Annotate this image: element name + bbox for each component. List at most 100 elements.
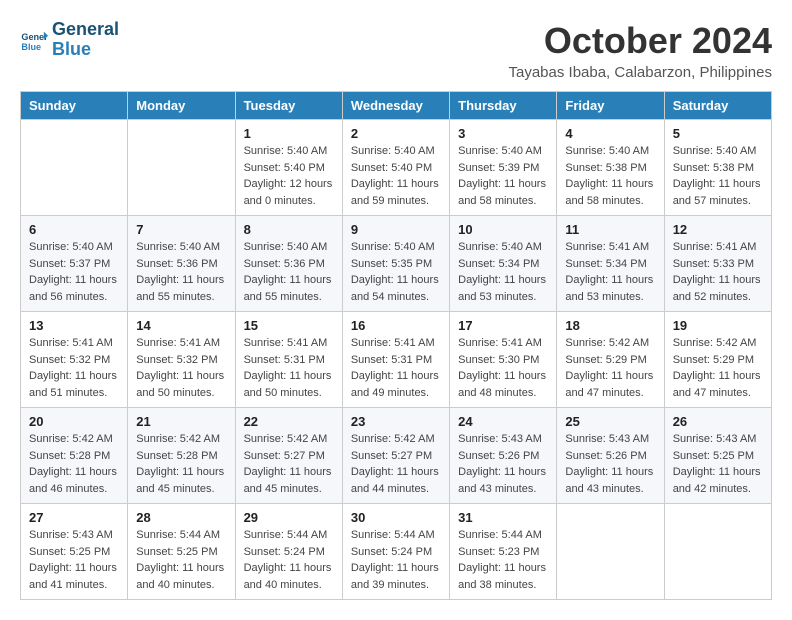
day-number: 22 bbox=[244, 414, 334, 429]
day-number: 13 bbox=[29, 318, 119, 333]
day-info: Sunrise: 5:43 AM Sunset: 5:25 PM Dayligh… bbox=[29, 527, 119, 593]
day-info: Sunrise: 5:40 AM Sunset: 5:36 PM Dayligh… bbox=[136, 239, 226, 305]
day-number: 5 bbox=[673, 126, 763, 141]
weekday-header-friday: Friday bbox=[557, 92, 664, 120]
day-cell: 25Sunrise: 5:43 AM Sunset: 5:26 PM Dayli… bbox=[557, 408, 664, 504]
week-row-1: 1 Sunrise: 5:40 AM Sunset: 5:40 PM Daylig… bbox=[21, 120, 772, 216]
page-header: General Blue General Blue October 2024 T… bbox=[20, 20, 772, 81]
day-cell: 9Sunrise: 5:40 AM Sunset: 5:35 PM Daylig… bbox=[342, 216, 449, 312]
day-info: Sunrise: 5:41 AM Sunset: 5:32 PM Dayligh… bbox=[136, 335, 226, 401]
day-number: 17 bbox=[458, 318, 548, 333]
day-cell: 26 Sunrise: 5:43 AM Sunset: 5:25 PM Dayli… bbox=[664, 408, 771, 504]
day-cell: 8Sunrise: 5:40 AM Sunset: 5:36 PM Daylig… bbox=[235, 216, 342, 312]
day-number: 1 bbox=[244, 126, 334, 141]
day-info: Sunrise: 5:42 AM Sunset: 5:29 PM Dayligh… bbox=[565, 335, 655, 401]
weekday-header-wednesday: Wednesday bbox=[342, 92, 449, 120]
day-info: Sunrise: 5:40 AM Sunset: 5:40 PM Dayligh… bbox=[351, 143, 441, 209]
day-number: 23 bbox=[351, 414, 441, 429]
day-cell: 10 Sunrise: 5:40 AM Sunset: 5:34 PM Dayli… bbox=[450, 216, 557, 312]
day-info: Sunrise: 5:40 AM Sunset: 5:38 PM Dayligh… bbox=[673, 143, 763, 209]
day-info: Sunrise: 5:40 AM Sunset: 5:38 PM Dayligh… bbox=[565, 143, 655, 209]
calendar-header: SundayMondayTuesdayWednesdayThursdayFrid… bbox=[21, 92, 772, 120]
day-info: Sunrise: 5:40 AM Sunset: 5:35 PM Dayligh… bbox=[351, 239, 441, 305]
day-number: 4 bbox=[565, 126, 655, 141]
day-cell: 22 Sunrise: 5:42 AM Sunset: 5:27 PM Dayli… bbox=[235, 408, 342, 504]
day-cell: 12 Sunrise: 5:41 AM Sunset: 5:33 PM Dayli… bbox=[664, 216, 771, 312]
day-cell: 16 Sunrise: 5:41 AM Sunset: 5:31 PM Dayli… bbox=[342, 312, 449, 408]
day-number: 25 bbox=[565, 414, 655, 429]
day-cell: 17 Sunrise: 5:41 AM Sunset: 5:30 PM Dayli… bbox=[450, 312, 557, 408]
day-cell bbox=[557, 504, 664, 600]
day-number: 27 bbox=[29, 510, 119, 525]
day-info: Sunrise: 5:42 AM Sunset: 5:27 PM Dayligh… bbox=[244, 431, 334, 497]
day-cell: 19 Sunrise: 5:42 AM Sunset: 5:29 PM Dayli… bbox=[664, 312, 771, 408]
day-info: Sunrise: 5:41 AM Sunset: 5:31 PM Dayligh… bbox=[244, 335, 334, 401]
day-cell: 5 Sunrise: 5:40 AM Sunset: 5:38 PM Daylig… bbox=[664, 120, 771, 216]
day-number: 11 bbox=[565, 222, 655, 237]
day-cell: 15 Sunrise: 5:41 AM Sunset: 5:31 PM Dayli… bbox=[235, 312, 342, 408]
calendar-body: 1 Sunrise: 5:40 AM Sunset: 5:40 PM Daylig… bbox=[21, 120, 772, 600]
day-info: Sunrise: 5:41 AM Sunset: 5:34 PM Dayligh… bbox=[565, 239, 655, 305]
day-cell: 24Sunrise: 5:43 AM Sunset: 5:26 PM Dayli… bbox=[450, 408, 557, 504]
weekday-header-monday: Monday bbox=[128, 92, 235, 120]
day-number: 3 bbox=[458, 126, 548, 141]
day-info: Sunrise: 5:42 AM Sunset: 5:27 PM Dayligh… bbox=[351, 431, 441, 497]
day-cell bbox=[128, 120, 235, 216]
day-number: 26 bbox=[673, 414, 763, 429]
day-cell: 13 Sunrise: 5:41 AM Sunset: 5:32 PM Dayli… bbox=[21, 312, 128, 408]
week-row-3: 13 Sunrise: 5:41 AM Sunset: 5:32 PM Dayli… bbox=[21, 312, 772, 408]
day-number: 10 bbox=[458, 222, 548, 237]
day-number: 12 bbox=[673, 222, 763, 237]
day-info: Sunrise: 5:40 AM Sunset: 5:34 PM Dayligh… bbox=[458, 239, 548, 305]
day-info: Sunrise: 5:43 AM Sunset: 5:25 PM Dayligh… bbox=[673, 431, 763, 497]
day-number: 30 bbox=[351, 510, 441, 525]
day-number: 20 bbox=[29, 414, 119, 429]
day-cell: 21Sunrise: 5:42 AM Sunset: 5:28 PM Dayli… bbox=[128, 408, 235, 504]
title-block: October 2024 Tayabas Ibaba, Calabarzon, … bbox=[508, 20, 772, 81]
logo-text: General Blue bbox=[52, 20, 119, 60]
day-cell: 31Sunrise: 5:44 AM Sunset: 5:23 PM Dayli… bbox=[450, 504, 557, 600]
location: Tayabas Ibaba, Calabarzon, Philippines bbox=[508, 64, 772, 81]
day-info: Sunrise: 5:41 AM Sunset: 5:32 PM Dayligh… bbox=[29, 335, 119, 401]
day-number: 21 bbox=[136, 414, 226, 429]
day-number: 29 bbox=[244, 510, 334, 525]
day-number: 14 bbox=[136, 318, 226, 333]
logo: General Blue General Blue bbox=[20, 20, 119, 60]
day-cell: 14 Sunrise: 5:41 AM Sunset: 5:32 PM Dayli… bbox=[128, 312, 235, 408]
day-info: Sunrise: 5:40 AM Sunset: 5:36 PM Dayligh… bbox=[244, 239, 334, 305]
day-cell: 1 Sunrise: 5:40 AM Sunset: 5:40 PM Daylig… bbox=[235, 120, 342, 216]
day-info: Sunrise: 5:41 AM Sunset: 5:31 PM Dayligh… bbox=[351, 335, 441, 401]
day-cell: 7 Sunrise: 5:40 AM Sunset: 5:36 PM Daylig… bbox=[128, 216, 235, 312]
day-cell bbox=[664, 504, 771, 600]
day-cell: 4 Sunrise: 5:40 AM Sunset: 5:38 PM Daylig… bbox=[557, 120, 664, 216]
day-info: Sunrise: 5:40 AM Sunset: 5:39 PM Dayligh… bbox=[458, 143, 548, 209]
day-info: Sunrise: 5:42 AM Sunset: 5:29 PM Dayligh… bbox=[673, 335, 763, 401]
day-cell: 23 Sunrise: 5:42 AM Sunset: 5:27 PM Dayli… bbox=[342, 408, 449, 504]
day-cell: 11 Sunrise: 5:41 AM Sunset: 5:34 PM Dayli… bbox=[557, 216, 664, 312]
day-number: 24 bbox=[458, 414, 548, 429]
day-number: 16 bbox=[351, 318, 441, 333]
header-row: SundayMondayTuesdayWednesdayThursdayFrid… bbox=[21, 92, 772, 120]
day-number: 18 bbox=[565, 318, 655, 333]
logo-line1: General bbox=[52, 19, 119, 39]
day-cell: 28Sunrise: 5:44 AM Sunset: 5:25 PM Dayli… bbox=[128, 504, 235, 600]
day-info: Sunrise: 5:41 AM Sunset: 5:33 PM Dayligh… bbox=[673, 239, 763, 305]
day-cell: 30 Sunrise: 5:44 AM Sunset: 5:24 PM Dayli… bbox=[342, 504, 449, 600]
day-number: 15 bbox=[244, 318, 334, 333]
day-info: Sunrise: 5:41 AM Sunset: 5:30 PM Dayligh… bbox=[458, 335, 548, 401]
logo-icon: General Blue bbox=[20, 26, 48, 54]
day-cell: 29Sunrise: 5:44 AM Sunset: 5:24 PM Dayli… bbox=[235, 504, 342, 600]
week-row-5: 27 Sunrise: 5:43 AM Sunset: 5:25 PM Dayli… bbox=[21, 504, 772, 600]
day-info: Sunrise: 5:40 AM Sunset: 5:40 PM Dayligh… bbox=[244, 143, 334, 209]
day-number: 7 bbox=[136, 222, 226, 237]
weekday-header-thursday: Thursday bbox=[450, 92, 557, 120]
day-cell: 27 Sunrise: 5:43 AM Sunset: 5:25 PM Dayli… bbox=[21, 504, 128, 600]
month-title: October 2024 bbox=[508, 20, 772, 62]
day-cell: 3 Sunrise: 5:40 AM Sunset: 5:39 PM Daylig… bbox=[450, 120, 557, 216]
day-cell: 20Sunrise: 5:42 AM Sunset: 5:28 PM Dayli… bbox=[21, 408, 128, 504]
day-cell: 18 Sunrise: 5:42 AM Sunset: 5:29 PM Dayli… bbox=[557, 312, 664, 408]
day-info: Sunrise: 5:44 AM Sunset: 5:24 PM Dayligh… bbox=[351, 527, 441, 593]
day-number: 2 bbox=[351, 126, 441, 141]
day-number: 19 bbox=[673, 318, 763, 333]
day-info: Sunrise: 5:44 AM Sunset: 5:25 PM Dayligh… bbox=[136, 527, 226, 593]
